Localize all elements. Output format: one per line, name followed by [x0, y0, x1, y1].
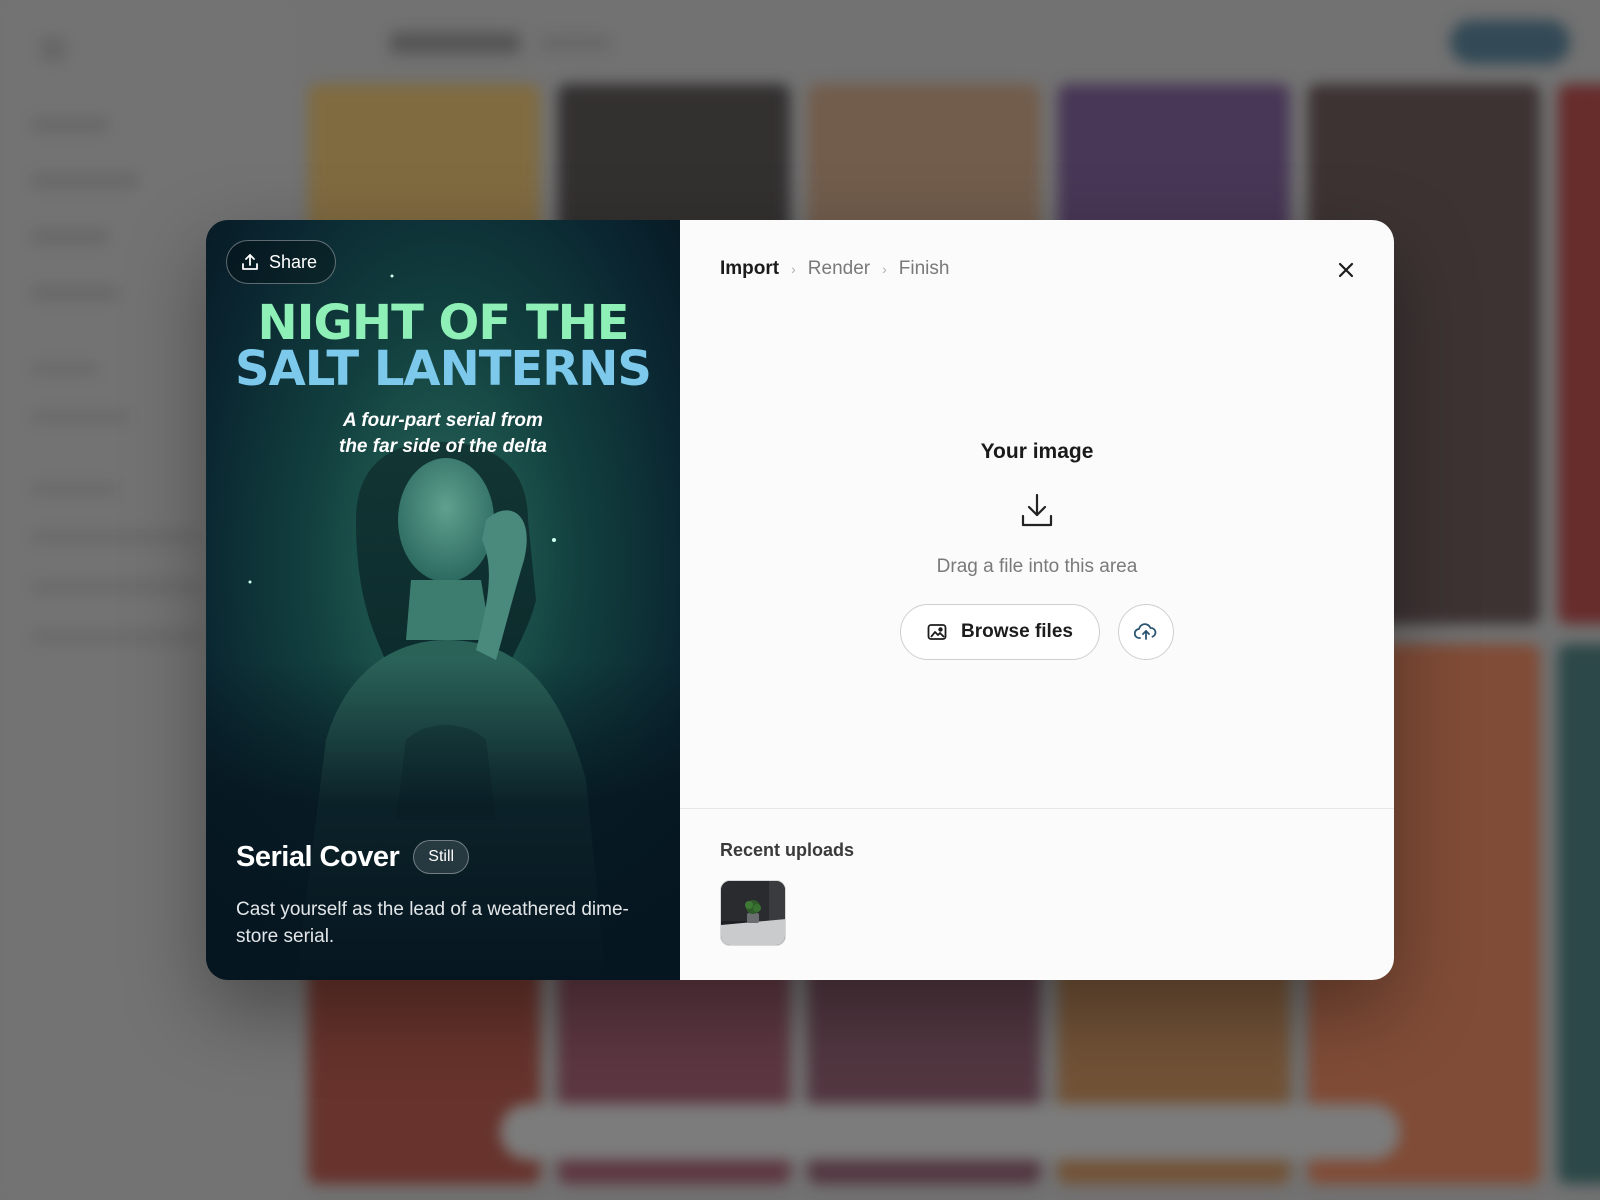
drop-hint: Drag a file into this area [936, 556, 1138, 577]
chevron-right-icon: › [882, 261, 887, 277]
template-info: Serial Cover Still Cast yourself as the … [236, 840, 656, 950]
section-divider [680, 808, 1394, 809]
browse-files-button[interactable]: Browse files [900, 604, 1100, 660]
template-preview: Share NIGHT OF THE SALT LANTERNS A four-… [206, 220, 680, 980]
chevron-right-icon: › [791, 261, 796, 277]
cloud-upload-icon [1133, 623, 1157, 640]
close-icon[interactable] [1334, 258, 1358, 282]
poster-tagline-line2: the far side of the delta [339, 436, 547, 457]
template-title: Serial Cover [236, 840, 400, 873]
poster-title-line2: SALT LANTERNS [235, 341, 652, 397]
share-button[interactable]: Share [226, 240, 337, 284]
share-upload-icon [242, 254, 258, 270]
poster-title-line1: NIGHT OF THE [257, 295, 629, 351]
poster-tagline: A four-part serial from the far side of … [206, 408, 680, 460]
step-breadcrumb: Import › Render › Finish [720, 258, 949, 280]
recent-upload-image [721, 881, 785, 945]
download-icon [1021, 493, 1053, 527]
step-render[interactable]: Render [808, 258, 870, 280]
upload-dropzone[interactable]: Your image Drag a file into this area Br… [680, 440, 1394, 660]
step-finish[interactable]: Finish [899, 258, 950, 280]
image-icon [927, 624, 947, 640]
recent-uploads-label: Recent uploads [720, 840, 855, 860]
upload-title: Your image [980, 440, 1094, 463]
template-type-badge: Still [413, 840, 470, 874]
share-label: Share [269, 251, 318, 272]
recent-upload-thumbnail[interactable] [720, 880, 786, 946]
upload-panel: Import › Render › Finish Your image Drag… [680, 220, 1394, 980]
template-description: Cast yourself as the lead of a weathered… [236, 899, 629, 947]
poster-tagline-line1: A four-part serial from [343, 410, 543, 431]
template-modal: Share NIGHT OF THE SALT LANTERNS A four-… [206, 220, 1394, 980]
poster-title: NIGHT OF THE SALT LANTERNS [206, 295, 680, 397]
cloud-upload-button[interactable] [1117, 604, 1174, 660]
step-import[interactable]: Import [720, 258, 779, 280]
browse-files-label: Browse files [961, 621, 1073, 642]
